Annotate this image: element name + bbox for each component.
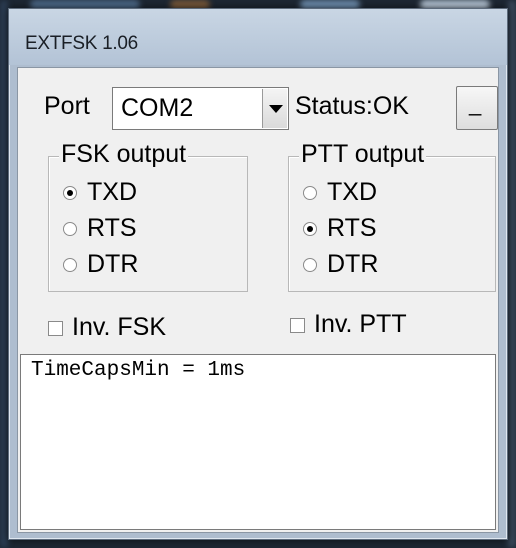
fsk-output-title: FSK output: [59, 140, 189, 169]
chevron-down-icon: [269, 105, 283, 113]
ptt-radio-dtr-label: DTR: [327, 250, 379, 278]
inv-ptt-checkbox[interactable]: [290, 318, 305, 333]
port-dropdown-button[interactable]: [262, 89, 287, 128]
window-title: EXTFSK 1.06: [25, 33, 138, 54]
ptt-output-title: PTT output: [299, 140, 427, 169]
desktop-background: [0, 0, 8, 548]
ptt-radio-txd-label: TXD: [327, 178, 377, 206]
inv-ptt-label: Inv. PTT: [314, 310, 407, 338]
port-select[interactable]: COM2: [112, 87, 289, 130]
inv-fsk-checkbox[interactable]: [48, 321, 63, 336]
fsk-radio-txd-button[interactable]: [63, 186, 77, 200]
extfsk-window: EXTFSK 1.06 Port COM2 Status:OK _ FSK ou…: [8, 8, 508, 540]
fsk-radio-dtr-label: DTR: [87, 250, 139, 278]
minimize-button-label: _: [469, 91, 482, 116]
inv-fsk-label: Inv. FSK: [72, 313, 167, 341]
log-text: TimeCapsMin = 1ms: [31, 359, 246, 382]
status-text: Status:OK: [295, 92, 409, 120]
port-select-value: COM2: [121, 94, 194, 122]
fsk-output-group: FSK output TXD RTS DTR: [48, 140, 248, 292]
fsk-radio-dtr-button[interactable]: [63, 258, 77, 272]
fsk-radio-rts-label: RTS: [87, 214, 137, 242]
desktop-background: [508, 0, 516, 548]
port-label: Port: [44, 92, 90, 120]
log-textarea[interactable]: TimeCapsMin = 1ms: [20, 354, 496, 530]
fsk-radio-rts-button[interactable]: [63, 222, 77, 236]
ptt-radio-txd-button[interactable]: [303, 186, 317, 200]
ptt-radio-rts-label: RTS: [327, 214, 377, 242]
minimize-button[interactable]: _: [456, 86, 498, 130]
ptt-radio-dtr-button[interactable]: [303, 258, 317, 272]
ptt-output-group: PTT output TXD RTS DTR: [288, 140, 496, 292]
title-bar[interactable]: EXTFSK 1.06: [9, 9, 507, 65]
window-client-area: Port COM2 Status:OK _ FSK output TXD RTS: [17, 67, 499, 533]
fsk-radio-txd-label: TXD: [87, 178, 137, 206]
ptt-radio-rts-button[interactable]: [303, 222, 317, 236]
